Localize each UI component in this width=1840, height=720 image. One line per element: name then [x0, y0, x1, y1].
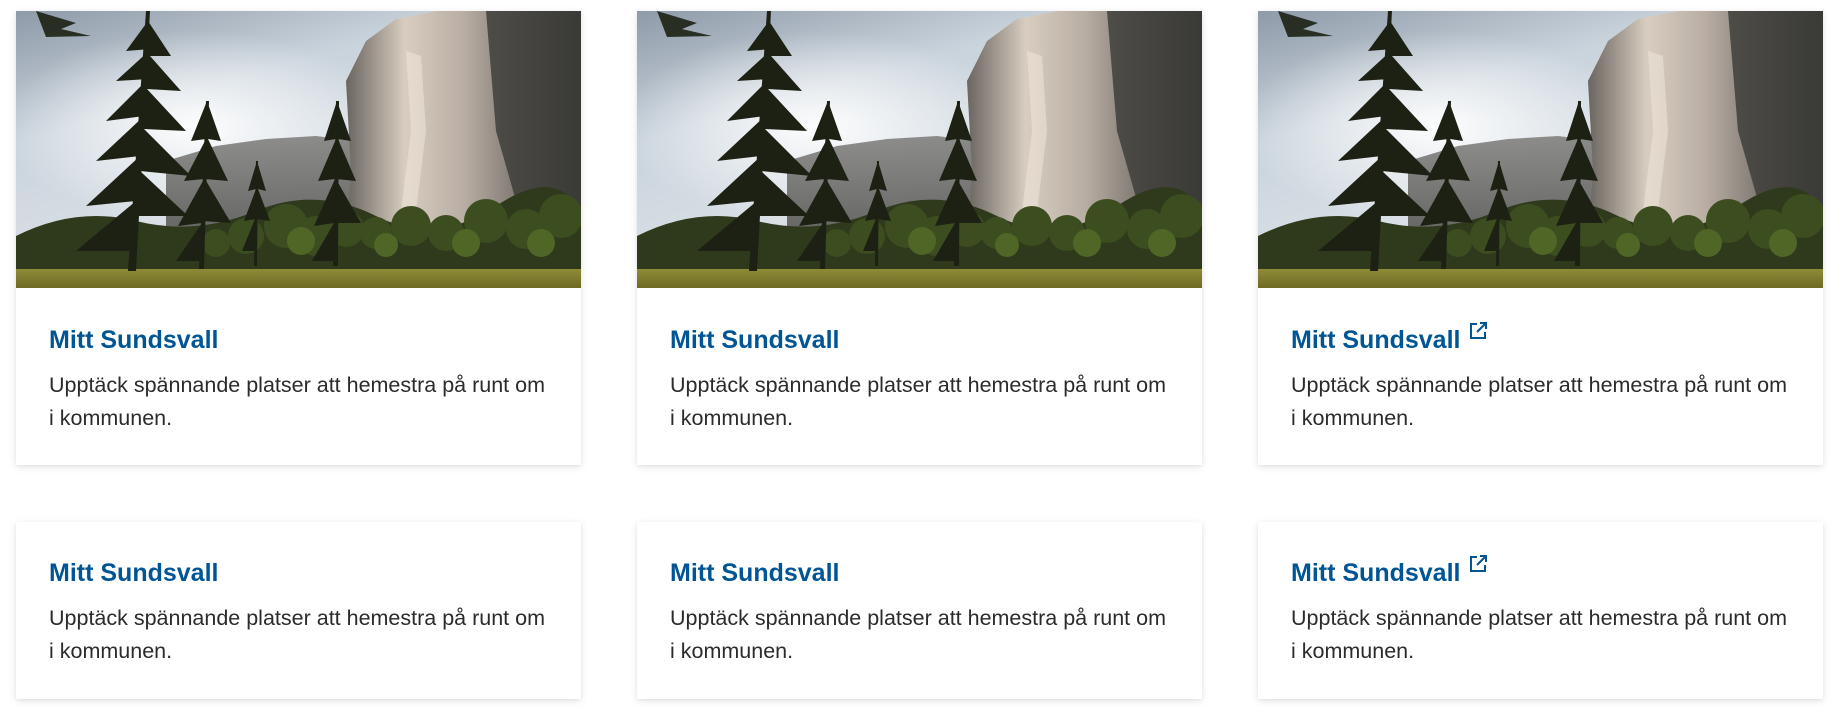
- card-title-link[interactable]: Mitt Sundsvall: [670, 558, 839, 588]
- card-title-link[interactable]: Mitt Sundsvall: [670, 325, 839, 355]
- card[interactable]: Mitt Sundsvall Upptäck spännande platser…: [637, 11, 1202, 465]
- card-image: [1258, 11, 1823, 288]
- card-grid: Mitt Sundsvall Upptäck spännande platser…: [0, 0, 1840, 720]
- card-title-link[interactable]: Mitt Sundsvall: [1291, 555, 1488, 588]
- card-title: Mitt Sundsvall: [670, 559, 840, 587]
- card-title: Mitt Sundsvall: [49, 559, 219, 587]
- card-description: Upptäck spännande platser att hemestra p…: [1291, 373, 1787, 430]
- card-title: Mitt Sundsvall: [1291, 326, 1461, 354]
- card-image: [637, 11, 1202, 288]
- card-description: Upptäck spännande platser att hemestra p…: [49, 606, 545, 663]
- external-link-icon: [1470, 322, 1488, 339]
- card-title-link[interactable]: Mitt Sundsvall: [1291, 322, 1488, 355]
- card-title: Mitt Sundsvall: [49, 326, 219, 354]
- card-body: Mitt Sundsvall Upptäck spännande platser…: [637, 288, 1202, 435]
- card[interactable]: Mitt Sundsvall Upptäck spännande platser…: [637, 522, 1202, 699]
- card-description: Upptäck spännande platser att hemestra p…: [670, 373, 1166, 430]
- card-description: Upptäck spännande platser att hemestra p…: [670, 606, 1166, 663]
- card-title-link[interactable]: Mitt Sundsvall: [49, 558, 218, 588]
- card-body: Mitt Sundsvall Upptäck spännande platser…: [16, 522, 581, 668]
- card-image: [16, 11, 581, 288]
- card-title-link[interactable]: Mitt Sundsvall: [49, 325, 218, 355]
- card[interactable]: Mitt Sundsvall Upptäck spännande platser…: [1258, 522, 1823, 699]
- card-body: Mitt Sundsvall Upptäck spännande platser…: [637, 522, 1202, 668]
- card-description: Upptäck spännande platser att hemestra p…: [49, 373, 545, 430]
- card[interactable]: Mitt Sundsvall Upptäck spännande platser…: [16, 522, 581, 699]
- card-body: Mitt Sundsvall Upptäck spännande platser…: [16, 288, 581, 435]
- card-title: Mitt Sundsvall: [1291, 559, 1461, 587]
- card-body: Mitt Sundsvall Upptäck spännande platser…: [1258, 288, 1823, 435]
- card[interactable]: Mitt Sundsvall Upptäck spännande platser…: [1258, 11, 1823, 465]
- card-description: Upptäck spännande platser att hemestra p…: [1291, 606, 1787, 663]
- external-link-icon: [1470, 555, 1488, 572]
- card[interactable]: Mitt Sundsvall Upptäck spännande platser…: [16, 11, 581, 465]
- card-title: Mitt Sundsvall: [670, 326, 840, 354]
- card-body: Mitt Sundsvall Upptäck spännande platser…: [1258, 522, 1823, 668]
